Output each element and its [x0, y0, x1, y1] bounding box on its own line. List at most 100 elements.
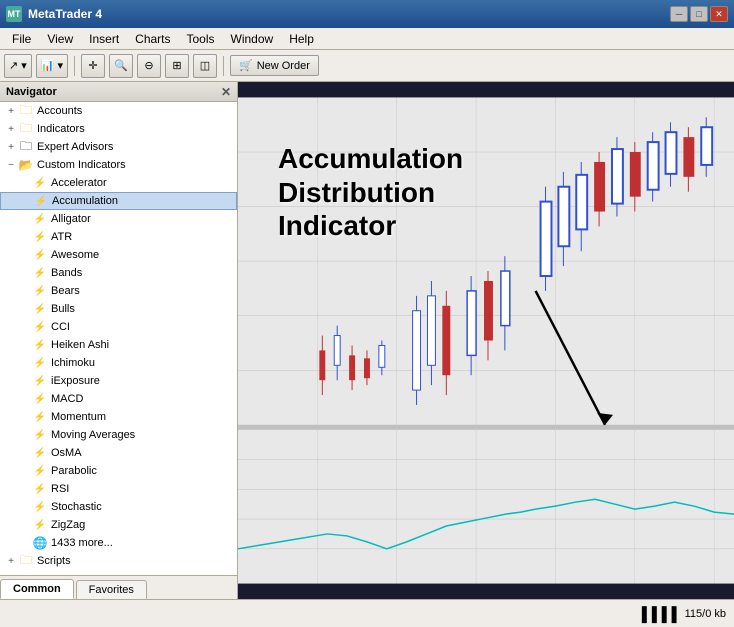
item-icon-rsi: ⚡	[32, 481, 48, 497]
nav-label-osma: OsMA	[51, 447, 82, 459]
item-icon-bears: ⚡	[32, 283, 48, 299]
nav-item-zigzag[interactable]: ⚡ ZigZag	[0, 516, 237, 534]
restore-button[interactable]: □	[690, 6, 708, 22]
nav-label-zigzag: ZigZag	[51, 519, 85, 531]
nav-item-ichimoku[interactable]: ⚡ Ichimoku	[0, 354, 237, 372]
nav-item-osma[interactable]: ⚡ OsMA	[0, 444, 237, 462]
folder-icon-expert: 🗀	[18, 139, 34, 155]
navigator-panel: Navigator ✕ + 🗀 Accounts + 🗀 Indicators …	[0, 82, 238, 599]
toolbar-btn-chart[interactable]: 📊 ▾	[36, 54, 68, 78]
nav-label-iexposure: iExposure	[51, 375, 100, 387]
nav-item-iexposure[interactable]: ⚡ iExposure	[0, 372, 237, 390]
toolbar-btn-zoom-in[interactable]: 🔍	[109, 54, 133, 78]
item-icon-ichimoku: ⚡	[32, 355, 48, 371]
toggle-accounts[interactable]: +	[4, 104, 18, 118]
nav-item-indicators[interactable]: + 🗀 Indicators	[0, 120, 237, 138]
nav-item-parabolic[interactable]: ⚡ Parabolic	[0, 462, 237, 480]
nav-label-ichimoku: Ichimoku	[51, 357, 95, 369]
item-icon-cci: ⚡	[32, 319, 48, 335]
nav-item-accounts[interactable]: + 🗀 Accounts	[0, 102, 237, 120]
new-order-icon: 🛒	[239, 59, 253, 72]
toolbar-btn-period[interactable]: ◫	[193, 54, 217, 78]
nav-item-bears[interactable]: ⚡ Bears	[0, 282, 237, 300]
item-icon-stochastic: ⚡	[32, 499, 48, 515]
nav-item-macd[interactable]: ⚡ MACD	[0, 390, 237, 408]
tab-common[interactable]: Common	[0, 579, 74, 599]
nav-item-momentum[interactable]: ⚡ Momentum	[0, 408, 237, 426]
toggle-scripts[interactable]: +	[4, 554, 18, 568]
nav-label-bulls: Bulls	[51, 303, 75, 315]
nav-label-expert-advisors: Expert Advisors	[37, 141, 113, 153]
toggle-custom-indicators[interactable]: −	[4, 158, 18, 172]
item-icon-moving-averages: ⚡	[32, 427, 48, 443]
status-indicator-icon: ▐▐▐▐	[637, 606, 677, 622]
nav-label-indicators: Indicators	[37, 123, 85, 135]
menu-file[interactable]: File	[4, 30, 39, 48]
menu-window[interactable]: Window	[223, 30, 282, 48]
nav-item-rsi[interactable]: ⚡ RSI	[0, 480, 237, 498]
nav-label-accumulation: Accumulation	[52, 195, 118, 207]
nav-item-accumulation[interactable]: ⚡ Accumulation	[0, 192, 237, 210]
title-bar: MT MetaTrader 4 ─ □ ✕	[0, 0, 734, 28]
nav-label-stochastic: Stochastic	[51, 501, 102, 513]
folder-icon-accounts: 🗀	[18, 103, 34, 119]
navigator-close-button[interactable]: ✕	[221, 85, 231, 99]
chart-svg	[238, 82, 734, 599]
menu-view[interactable]: View	[39, 30, 81, 48]
nav-label-heiken-ashi: Heiken Ashi	[51, 339, 109, 351]
item-icon-accelerator: ⚡	[32, 175, 48, 191]
nav-label-macd: MACD	[51, 393, 83, 405]
nav-item-awesome[interactable]: ⚡ Awesome	[0, 246, 237, 264]
title-bar-left: MT MetaTrader 4	[6, 6, 102, 22]
nav-item-bulls[interactable]: ⚡ Bulls	[0, 300, 237, 318]
nav-item-more[interactable]: 🌐 1433 more...	[0, 534, 237, 552]
nav-label-bears: Bears	[51, 285, 80, 297]
item-icon-momentum: ⚡	[32, 409, 48, 425]
nav-item-atr[interactable]: ⚡ ATR	[0, 228, 237, 246]
new-order-button[interactable]: 🛒 New Order	[230, 55, 319, 76]
toolbar-btn-scroll[interactable]: ⊞	[165, 54, 189, 78]
nav-item-cci[interactable]: ⚡ CCI	[0, 318, 237, 336]
nav-item-alligator[interactable]: ⚡ Alligator	[0, 210, 237, 228]
title-controls: ─ □ ✕	[670, 6, 728, 22]
nav-label-awesome: Awesome	[51, 249, 99, 261]
nav-item-scripts[interactable]: + 🗀 Scripts	[0, 552, 237, 570]
toolbar-btn-zoom-out[interactable]: ⊖	[137, 54, 161, 78]
tab-favorites[interactable]: Favorites	[76, 580, 147, 599]
nav-item-moving-averages[interactable]: ⚡ Moving Averages	[0, 426, 237, 444]
toggle-indicators[interactable]: +	[4, 122, 18, 136]
toggle-expert-advisors[interactable]: +	[4, 140, 18, 154]
chart-area[interactable]: Accumulation Distribution Indicator	[238, 82, 734, 599]
menu-charts[interactable]: Charts	[127, 30, 178, 48]
toolbar-btn-crosshair[interactable]: ✛	[81, 54, 105, 78]
nav-item-heiken-ashi[interactable]: ⚡ Heiken Ashi	[0, 336, 237, 354]
arrow-icon: ↗	[9, 59, 18, 72]
minimize-button[interactable]: ─	[670, 6, 688, 22]
nav-label-accounts: Accounts	[37, 105, 82, 117]
item-icon-bands: ⚡	[32, 265, 48, 281]
nav-label-more: 1433 more...	[51, 537, 113, 549]
nav-label-custom-indicators: Custom Indicators	[37, 159, 126, 171]
nav-tree[interactable]: + 🗀 Accounts + 🗀 Indicators + 🗀 Expert A…	[0, 102, 237, 575]
menu-help[interactable]: Help	[281, 30, 322, 48]
nav-item-bands[interactable]: ⚡ Bands	[0, 264, 237, 282]
nav-item-custom-indicators[interactable]: − 📂 Custom Indicators	[0, 156, 237, 174]
dropdown-icon: ▾	[21, 59, 27, 72]
toolbar-btn-arrow[interactable]: ↗ ▾	[4, 54, 32, 78]
item-icon-zigzag: ⚡	[32, 517, 48, 533]
dropdown-icon2: ▾	[57, 59, 63, 72]
nav-label-accelerator: Accelerator	[51, 177, 107, 189]
item-icon-bulls: ⚡	[32, 301, 48, 317]
nav-label-cci: CCI	[51, 321, 70, 333]
item-icon-parabolic: ⚡	[32, 463, 48, 479]
menu-tools[interactable]: Tools	[179, 30, 223, 48]
menu-insert[interactable]: Insert	[81, 30, 127, 48]
nav-item-expert-advisors[interactable]: + 🗀 Expert Advisors	[0, 138, 237, 156]
nav-item-stochastic[interactable]: ⚡ Stochastic	[0, 498, 237, 516]
item-icon-osma: ⚡	[32, 445, 48, 461]
nav-item-accelerator[interactable]: ⚡ Accelerator	[0, 174, 237, 192]
status-memory: 115/0 kb	[685, 608, 726, 620]
main-content: Navigator ✕ + 🗀 Accounts + 🗀 Indicators …	[0, 82, 734, 599]
close-button[interactable]: ✕	[710, 6, 728, 22]
chart-icon: 📊	[41, 59, 55, 72]
